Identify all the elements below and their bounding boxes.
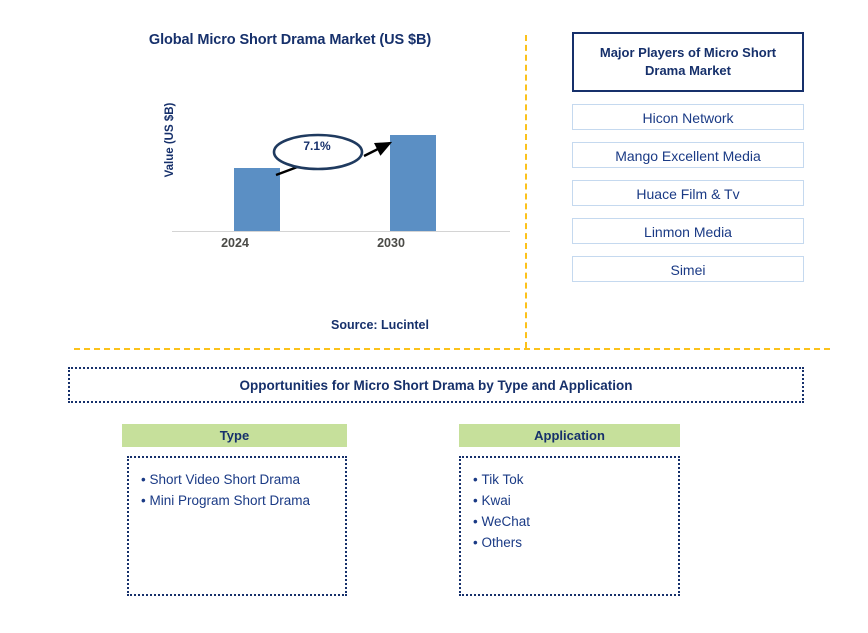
list-item: Others — [473, 533, 672, 553]
player-item-5: Simei — [572, 256, 804, 283]
chart-plot-area: 7.1% — [172, 120, 510, 232]
player-item-2: Mango Excellent Media — [572, 142, 804, 169]
source-attribution: Source: Lucintel — [331, 318, 429, 332]
bar-2024 — [234, 168, 280, 231]
list-item: Tik Tok — [473, 470, 672, 490]
chart-title: Global Micro Short Drama Market (US $B) — [148, 32, 432, 48]
list-item: Mini Program Short Drama — [141, 491, 339, 511]
x-tick-2024: 2024 — [221, 236, 249, 250]
player-item-4: Linmon Media — [572, 218, 804, 245]
bar-2030 — [390, 135, 436, 231]
player-item-1: Hicon Network — [572, 104, 804, 131]
cagr-callout-graphic — [272, 133, 393, 177]
list-item: WeChat — [473, 512, 672, 532]
chart-x-axis-line — [172, 231, 510, 232]
major-players-panel: Major Players of Micro Short Drama Marke… — [572, 32, 804, 283]
type-list: Short Video Short Drama Mini Program Sho… — [127, 456, 347, 596]
column-header-type: Type — [122, 424, 347, 447]
x-tick-2030: 2030 — [377, 236, 405, 250]
list-item: Kwai — [473, 491, 672, 511]
major-players-header: Major Players of Micro Short Drama Marke… — [572, 32, 804, 93]
list-item: Short Video Short Drama — [141, 470, 339, 490]
cagr-value-label: 7.1% — [303, 139, 331, 153]
horizontal-divider — [74, 348, 830, 350]
market-bar-chart: Value (US $B) 7.1% 2024 2030 — [150, 103, 510, 260]
application-list: Tik Tok Kwai WeChat Others — [459, 456, 680, 596]
column-header-application: Application — [459, 424, 680, 447]
vertical-divider — [525, 35, 527, 348]
player-item-3: Huace Film & Tv — [572, 180, 804, 207]
opportunities-banner: Opportunities for Micro Short Drama by T… — [68, 367, 804, 403]
